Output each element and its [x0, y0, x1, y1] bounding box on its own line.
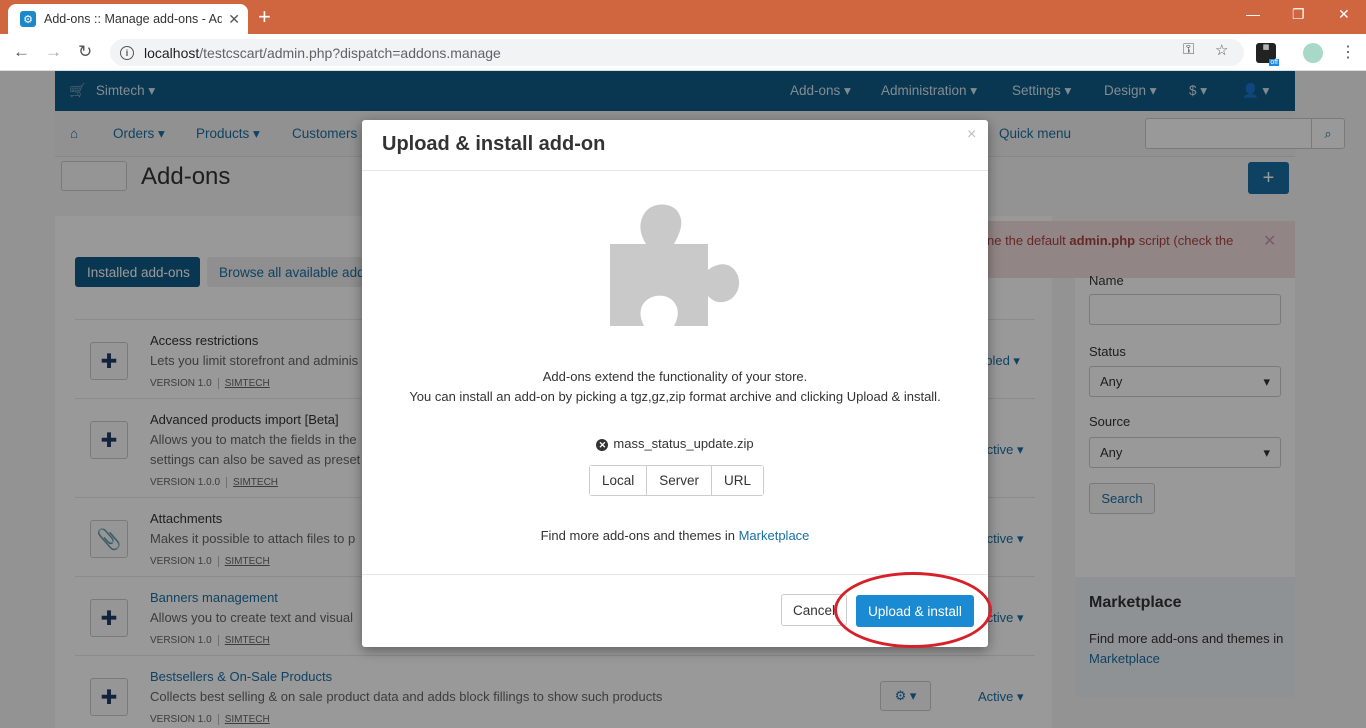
- puzzle-piece-icon: [610, 204, 740, 326]
- source-switcher: Local Server URL: [589, 465, 765, 496]
- upload-install-dialog: Upload & install add-on × Add-ons extend…: [362, 120, 988, 647]
- server-button[interactable]: Server: [647, 466, 713, 495]
- new-tab-icon[interactable]: +: [258, 4, 271, 30]
- url-field[interactable]: i localhost/testcscart/admin.php?dispatc…: [110, 39, 1244, 66]
- forward-icon[interactable]: →: [45, 42, 62, 62]
- file-name: mass_status_update.zip: [613, 436, 754, 451]
- profile-avatar[interactable]: [1303, 43, 1323, 63]
- browser-titlebar: ⚙ Add-ons :: Manage add-ons - Ad ✕ + — ❐…: [0, 0, 1366, 34]
- url-text: localhost/testcscart/admin.php?dispatch=…: [144, 44, 501, 61]
- close-window-icon[interactable]: ✕: [1338, 6, 1350, 23]
- divider: [362, 170, 988, 171]
- reload-icon[interactable]: ↻: [78, 42, 92, 62]
- tab-title: Add-ons :: Manage add-ons - Ad: [44, 12, 223, 26]
- url-button[interactable]: URL: [712, 466, 764, 495]
- local-button[interactable]: Local: [590, 466, 648, 495]
- close-tab-icon[interactable]: ✕: [228, 11, 240, 28]
- remove-file-icon[interactable]: ✕: [596, 439, 609, 451]
- menu-dots-icon[interactable]: ⋮: [1340, 42, 1356, 62]
- marketplace-hint: Find more add-ons and themes in Marketpl…: [540, 528, 810, 543]
- close-icon[interactable]: ×: [967, 126, 976, 144]
- highlight-annotation-ring: [834, 572, 992, 648]
- info-icon[interactable]: i: [120, 45, 134, 60]
- marketplace-link[interactable]: Marketplace: [739, 528, 810, 543]
- minimize-icon[interactable]: —: [1246, 6, 1260, 22]
- key-icon[interactable]: ⚿: [1183, 41, 1194, 58]
- restore-icon[interactable]: ❐: [1292, 6, 1305, 23]
- dialog-title: Upload & install add-on: [382, 133, 606, 155]
- browser-tab[interactable]: ⚙ Add-ons :: Manage add-ons - Ad ✕: [8, 4, 248, 34]
- address-bar-row: ← → ↻ i localhost/testcscart/admin.php?d…: [0, 34, 1366, 71]
- selected-file: ✕ mass_status_update.zip: [362, 436, 988, 451]
- back-icon[interactable]: ←: [13, 42, 30, 62]
- star-icon[interactable]: ☆: [1215, 41, 1228, 59]
- cart-favicon-icon: ⚙: [20, 11, 36, 27]
- dialog-description: Add-ons extend the functionality of your…: [409, 369, 941, 404]
- extension-icon[interactable]: ▦ off: [1256, 43, 1279, 66]
